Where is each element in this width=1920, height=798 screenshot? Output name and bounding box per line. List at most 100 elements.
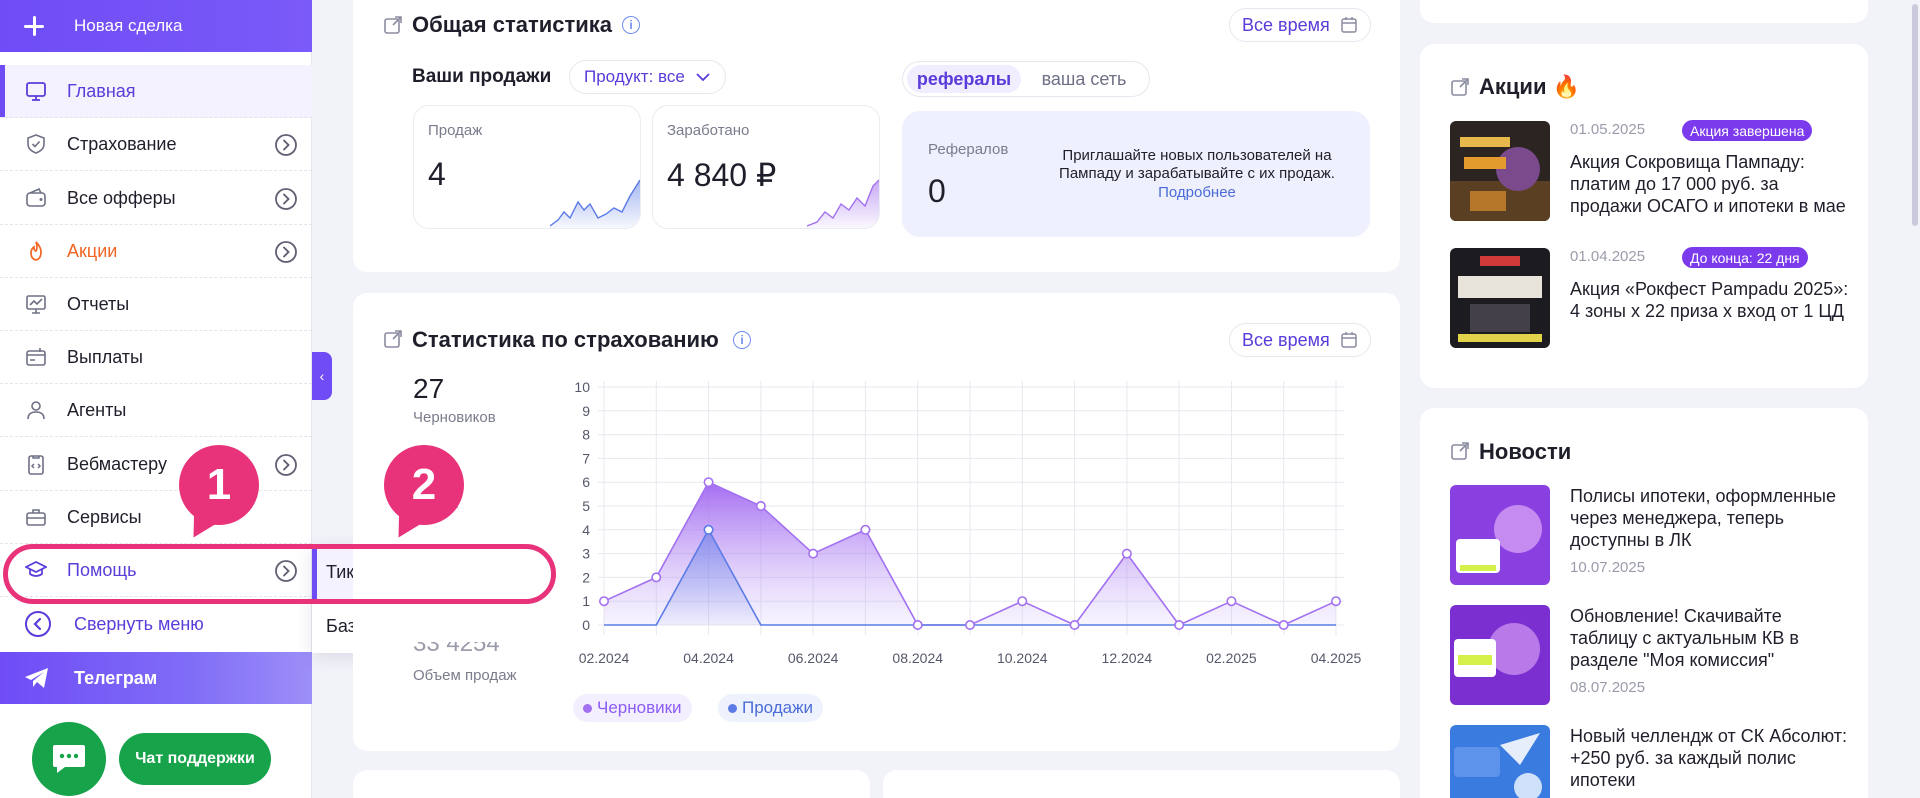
y-tick-label: 3 bbox=[582, 546, 590, 562]
data-point-drafts bbox=[808, 548, 819, 559]
x-tick-label: 12.2024 bbox=[1102, 650, 1153, 666]
sidebar-item-chart-board[interactable]: Отчеты bbox=[0, 278, 312, 331]
your-sales-label: Ваши продажи bbox=[412, 66, 552, 87]
drafts-count-caption: Черновиков bbox=[413, 409, 496, 426]
y-tick-label: 6 bbox=[582, 474, 590, 490]
new-deal-button[interactable]: Новая сделка bbox=[0, 0, 312, 52]
chat-bubble-button[interactable] bbox=[32, 722, 106, 796]
scrollbar-thumb[interactable] bbox=[1912, 4, 1918, 226]
sidebar-item-user[interactable]: Агенты bbox=[0, 384, 312, 437]
data-point-drafts bbox=[1017, 596, 1028, 607]
bottom-card bbox=[353, 770, 870, 798]
sidebar-toggle-button[interactable]: ‹ bbox=[312, 352, 332, 400]
sidebar-item-clipboard-code[interactable]: Вебмастеру bbox=[0, 438, 312, 491]
legend-drafts-label: Черновики bbox=[597, 698, 682, 717]
chevron-right-circle-icon[interactable] bbox=[274, 453, 298, 477]
chevron-right-circle-icon[interactable] bbox=[274, 240, 298, 264]
wallet-icon bbox=[24, 186, 48, 210]
promos-card: Акции 🔥 01.05.2025 Акция завершена Акция… bbox=[1420, 44, 1868, 388]
shield-icon bbox=[24, 132, 48, 156]
news-item[interactable]: Новый челлендж от СК Абсолют: +250 руб. … bbox=[1450, 725, 1850, 798]
sidebar-item-shield[interactable]: Страхование bbox=[0, 118, 312, 171]
sidebar-item-payments[interactable]: Выплаты bbox=[0, 331, 312, 384]
y-tick-label: 5 bbox=[582, 498, 590, 514]
new-deal-label: Новая сделка bbox=[74, 16, 183, 35]
product-filter-dropdown[interactable]: Продукт: все bbox=[569, 60, 726, 94]
promo-item[interactable]: 01.04.2025 До конца: 22 дня Акция «Рокфе… bbox=[1450, 247, 1850, 348]
external-link-icon[interactable] bbox=[1450, 77, 1470, 97]
info-icon[interactable]: i bbox=[733, 331, 751, 349]
highlight-outline bbox=[3, 544, 556, 604]
calendar-icon bbox=[1340, 332, 1357, 348]
clipboard-code-icon bbox=[24, 452, 48, 476]
chat-bubble-icon bbox=[53, 745, 85, 773]
y-tick-label: 9 bbox=[582, 403, 590, 419]
sidebar-item-flame[interactable]: Акции bbox=[0, 225, 312, 278]
insurance-period-button[interactable]: Все время bbox=[1229, 323, 1371, 357]
external-link-icon[interactable] bbox=[383, 15, 403, 35]
period-label: Все время bbox=[1242, 329, 1330, 350]
earned-sparkline bbox=[807, 179, 879, 228]
news-thumbnail bbox=[1450, 605, 1550, 705]
data-point-drafts bbox=[1174, 620, 1185, 631]
insurance-stats-title: Статистика по страхованию bbox=[412, 327, 719, 352]
chevron-right-circle-icon[interactable] bbox=[274, 133, 298, 157]
chevron-left-circle-icon bbox=[25, 611, 51, 637]
y-tick-label: 8 bbox=[582, 427, 590, 443]
legend-dot bbox=[583, 703, 592, 713]
legend-sales[interactable]: Продажи bbox=[718, 694, 823, 722]
data-point-drafts bbox=[964, 620, 975, 631]
y-tick-label: 10 bbox=[574, 379, 590, 395]
promo-item[interactable]: 01.05.2025 Акция завершена Акция Сокрови… bbox=[1450, 120, 1850, 221]
sales-volume-value-partial: 33 4254 bbox=[413, 630, 500, 657]
news-item[interactable]: Обновление! Скачивайте таблицу с актуаль… bbox=[1450, 605, 1850, 705]
callout-badge-2: 2 bbox=[384, 445, 464, 525]
news-card: Новости Полисы ипотеки, оформленные чере… bbox=[1420, 408, 1868, 798]
collapse-menu-button[interactable]: Свернуть меню bbox=[0, 598, 312, 650]
sidebar-item-wallet[interactable]: Все офферы bbox=[0, 172, 312, 225]
data-point-drafts bbox=[651, 572, 662, 583]
tab-network[interactable]: ваша сеть bbox=[1029, 65, 1139, 93]
x-tick-label: 04.2025 bbox=[1311, 650, 1362, 666]
y-tick-label: 4 bbox=[582, 522, 590, 538]
chevron-right-circle-icon[interactable] bbox=[274, 187, 298, 211]
page-scrollbar[interactable] bbox=[1910, 0, 1920, 798]
product-filter-label: Продукт: все bbox=[584, 67, 685, 86]
news-date: 08.07.2025 bbox=[1570, 679, 1646, 696]
y-tick-label: 2 bbox=[582, 569, 590, 585]
news-item[interactable]: Полисы ипотеки, оформленные через менедж… bbox=[1450, 485, 1850, 585]
more-link[interactable]: Подробнее bbox=[1042, 184, 1352, 201]
earned-tile: Заработано 4 840 ₽ bbox=[652, 105, 880, 229]
external-link-icon[interactable] bbox=[1450, 441, 1470, 461]
news-thumbnail bbox=[1450, 725, 1550, 798]
info-icon[interactable]: i bbox=[622, 16, 640, 34]
sidebar-item-monitor[interactable]: Главная bbox=[0, 65, 312, 118]
general-period-button[interactable]: Все время bbox=[1229, 8, 1371, 42]
promos-title: Акции 🔥 bbox=[1479, 74, 1580, 99]
tab-referrals[interactable]: рефералы bbox=[907, 65, 1021, 93]
promo-date: 01.04.2025 bbox=[1570, 248, 1646, 265]
support-chat-button[interactable]: Чат поддержки bbox=[119, 733, 271, 785]
promo-thumbnail bbox=[1450, 248, 1550, 348]
x-tick-label: 08.2024 bbox=[892, 650, 943, 666]
data-point-drafts bbox=[1278, 620, 1289, 631]
news-headline: Новый челлендж от СК Абсолют: +250 руб. … bbox=[1570, 726, 1847, 790]
referrals-caption: Рефералов bbox=[928, 141, 1009, 158]
sidebar-item-label: Вебмастеру bbox=[67, 453, 167, 474]
sidebar-item-label: Сервисы bbox=[67, 506, 142, 527]
chevron-down-icon bbox=[696, 73, 710, 82]
sidebar-item-briefcase[interactable]: Сервисы bbox=[0, 491, 312, 544]
telegram-button[interactable]: Телеграм bbox=[0, 652, 312, 704]
news-headline: Обновление! Скачивайте таблицу с актуаль… bbox=[1570, 606, 1799, 670]
external-link-icon[interactable] bbox=[383, 329, 403, 349]
legend-drafts[interactable]: Черновики bbox=[573, 694, 692, 722]
promo-title: Акция «Рокфест Pampadu 2025»: 4 зоны х 2… bbox=[1570, 279, 1849, 321]
data-point-drafts bbox=[1226, 596, 1237, 607]
collapse-menu-label: Свернуть меню bbox=[74, 613, 204, 634]
plus-icon bbox=[22, 14, 46, 38]
x-tick-label: 02.2025 bbox=[1206, 650, 1257, 666]
sales-volume-caption: Объем продаж bbox=[413, 667, 517, 684]
news-thumbnail bbox=[1450, 485, 1550, 585]
promo-title: Акция Сокровища Пампаду: платим до 17 00… bbox=[1570, 152, 1846, 216]
news-headline: Полисы ипотеки, оформленные через менедж… bbox=[1570, 486, 1837, 550]
